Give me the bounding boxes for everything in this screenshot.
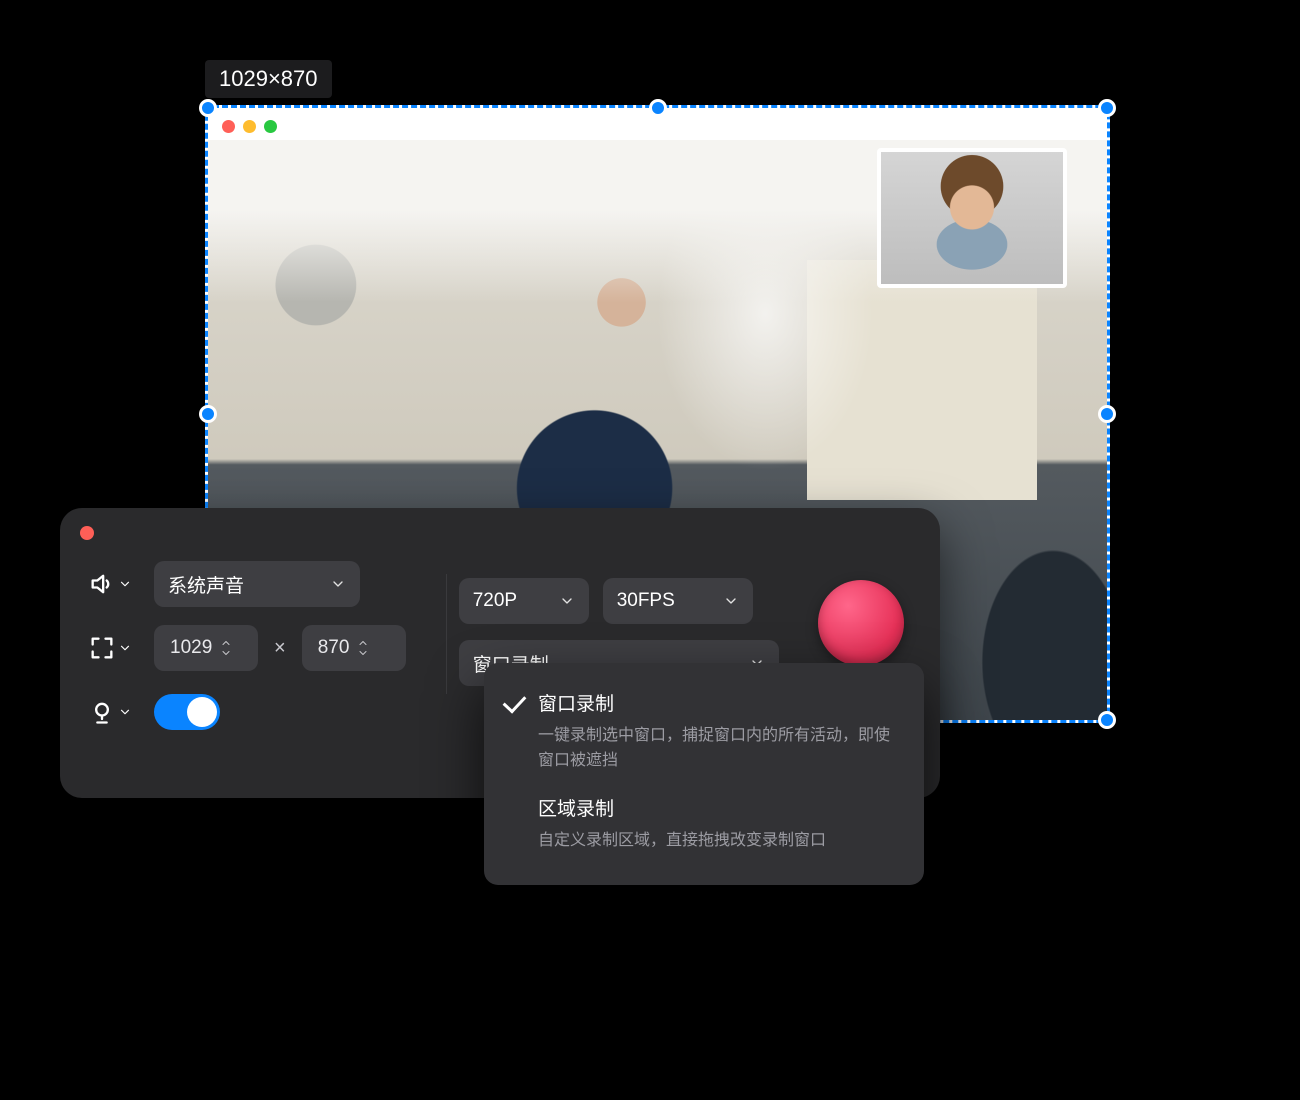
chevron-down-icon bbox=[118, 705, 132, 719]
chevron-down-icon bbox=[559, 593, 575, 609]
chevron-up-icon bbox=[357, 639, 369, 647]
resize-handle-w[interactable] bbox=[199, 405, 217, 423]
height-input[interactable]: 870 bbox=[302, 625, 406, 671]
fps-select[interactable]: 30FPS bbox=[603, 578, 753, 624]
resolution-label: 720P bbox=[473, 590, 549, 612]
height-stepper[interactable] bbox=[357, 639, 369, 657]
fps-label: 30FPS bbox=[617, 590, 713, 612]
chevron-up-icon bbox=[220, 639, 232, 647]
audio-source-label: 系统声音 bbox=[168, 571, 320, 598]
record-mode-dropdown: 窗口录制 一键录制选中窗口，捕捉窗口内的所有活动，即使窗口被遮挡 区域录制 自定… bbox=[484, 663, 924, 885]
chevron-down-icon bbox=[118, 641, 132, 655]
resize-handle-se[interactable] bbox=[1098, 711, 1116, 729]
dropdown-option-window-record[interactable]: 窗口录制 一键录制选中窗口，捕捉窗口内的所有活动，即使窗口被遮挡 bbox=[484, 679, 924, 784]
resize-handle-n[interactable] bbox=[649, 99, 667, 117]
capture-size-icon[interactable] bbox=[88, 634, 142, 662]
width-value: 1029 bbox=[170, 637, 212, 659]
resolution-select[interactable]: 720P bbox=[459, 578, 589, 624]
mac-traffic-lights bbox=[222, 120, 277, 133]
audio-source-icon[interactable] bbox=[88, 570, 142, 598]
toggle-knob bbox=[187, 697, 217, 727]
chevron-down-icon bbox=[357, 649, 369, 657]
camera-toggle[interactable] bbox=[154, 694, 220, 730]
traffic-zoom-icon[interactable] bbox=[264, 120, 277, 133]
height-value: 870 bbox=[318, 637, 350, 659]
option-desc: 一键录制选中窗口，捕捉窗口内的所有活动，即使窗口被遮挡 bbox=[538, 724, 898, 774]
dimension-separator: × bbox=[270, 637, 290, 660]
option-desc: 自定义录制区域，直接拖拽改变录制窗口 bbox=[538, 829, 898, 854]
traffic-close-icon[interactable] bbox=[222, 120, 235, 133]
option-title: 窗口录制 bbox=[538, 689, 898, 716]
record-button[interactable] bbox=[818, 580, 904, 666]
resize-handle-ne[interactable] bbox=[1098, 99, 1116, 117]
self-view-pip[interactable] bbox=[877, 148, 1067, 288]
audio-source-select[interactable]: 系统声音 bbox=[154, 561, 360, 607]
panel-close-icon[interactable] bbox=[80, 526, 94, 540]
camera-icon[interactable] bbox=[88, 698, 142, 726]
width-stepper[interactable] bbox=[220, 639, 232, 657]
resize-handle-nw[interactable] bbox=[199, 99, 217, 117]
traffic-minimize-icon[interactable] bbox=[243, 120, 256, 133]
chevron-down-icon bbox=[330, 576, 346, 592]
chevron-down-icon bbox=[220, 649, 232, 657]
option-title: 区域录制 bbox=[538, 794, 898, 821]
width-input[interactable]: 1029 bbox=[154, 625, 258, 671]
chevron-down-icon bbox=[118, 577, 132, 591]
dropdown-option-region-record[interactable]: 区域录制 自定义录制区域，直接拖拽改变录制窗口 bbox=[484, 784, 924, 864]
capture-dimensions-badge: 1029×870 bbox=[205, 60, 332, 98]
panel-divider bbox=[446, 574, 447, 694]
chevron-down-icon bbox=[723, 593, 739, 609]
resize-handle-e[interactable] bbox=[1098, 405, 1116, 423]
